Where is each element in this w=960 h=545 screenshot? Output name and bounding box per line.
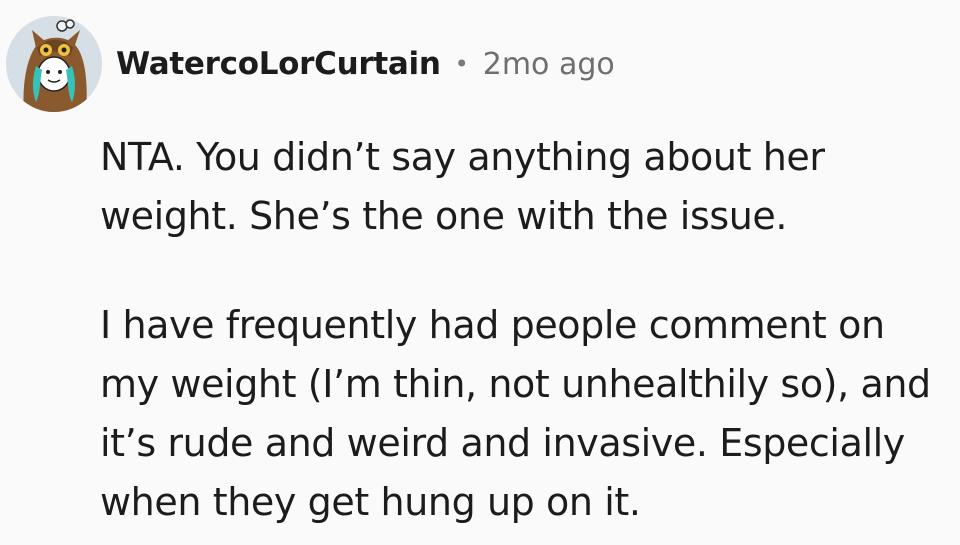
- comment-header: WatercoLorCurtain • 2mo ago: [0, 14, 615, 114]
- username[interactable]: WatercoLorCurtain: [116, 46, 441, 82]
- comment-body: NTA. You didn’t say anything about her w…: [100, 128, 945, 532]
- avatar[interactable]: [6, 16, 102, 112]
- owl-hooded-avatar-icon: [6, 16, 102, 112]
- separator-dot: •: [454, 50, 469, 78]
- timestamp: 2mo ago: [482, 46, 615, 82]
- comment-paragraph: NTA. You didn’t say anything about her w…: [100, 135, 825, 238]
- comment: WatercoLorCurtain • 2mo ago NTA. You did…: [0, 0, 960, 545]
- comment-paragraph: I have frequently had people comment on …: [100, 303, 931, 524]
- comment-meta: • 2mo ago: [455, 47, 615, 82]
